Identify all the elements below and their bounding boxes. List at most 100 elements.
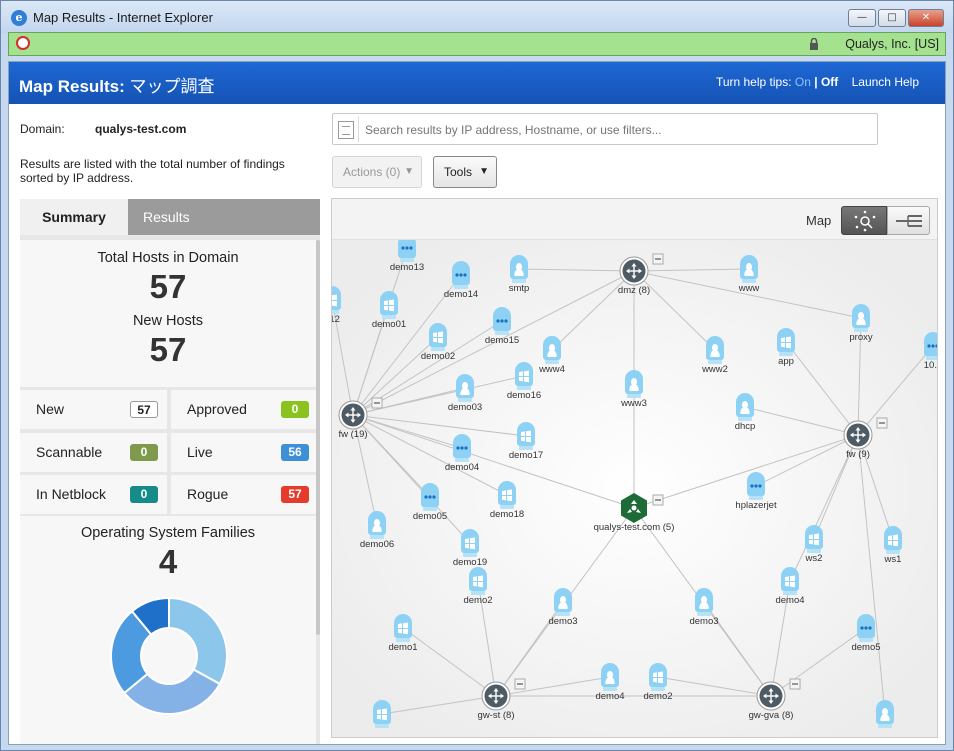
host-node[interactable]: ws2 <box>805 525 823 564</box>
collapse-icon <box>514 678 526 690</box>
os-families-card: Operating System Families 4 <box>20 516 316 744</box>
node-label: o12 <box>332 314 340 325</box>
new-hosts-label: New Hosts <box>132 313 204 329</box>
browser-window: e Map Results - Internet Explorer — □ ✕ … <box>0 0 954 751</box>
os-donut-chart[interactable] <box>109 596 229 716</box>
host-node[interactable]: proxy <box>849 304 873 343</box>
status-badge: 0 <box>130 444 158 461</box>
network-map-icon <box>854 210 876 232</box>
node-label: dhcp <box>735 421 756 432</box>
node-label: app <box>778 356 794 367</box>
node-label: fw (19) <box>338 429 367 440</box>
chevron-down-icon: ▼ <box>404 166 414 177</box>
tools-dropdown[interactable]: Tools ▼ <box>433 156 497 188</box>
node-label: demo1 <box>388 642 417 653</box>
node-label: demo05 <box>413 511 447 522</box>
stat-scannable[interactable]: Scannable 0 <box>20 433 167 472</box>
node-label: demo17 <box>509 450 543 461</box>
host-node[interactable]: dhcp <box>735 393 756 432</box>
node-label: demo3 <box>548 616 577 627</box>
node-label: demo4 <box>595 691 624 702</box>
node-label: demo16 <box>507 390 541 401</box>
router-icon <box>481 681 511 711</box>
node-label: demo01 <box>372 319 406 330</box>
host-node[interactable] <box>876 700 894 728</box>
help-off-link[interactable]: Off <box>821 75 838 89</box>
collapse-icon <box>652 494 664 506</box>
host-node[interactable]: 10.1 <box>924 332 937 371</box>
node-label: demo06 <box>360 539 394 550</box>
node-label: www3 <box>620 398 647 409</box>
map-view-button[interactable] <box>841 206 887 235</box>
tab-results[interactable]: Results <box>128 199 320 235</box>
node-label: www4 <box>538 364 565 375</box>
minimize-button[interactable]: — <box>848 9 876 27</box>
map-toolbar: Map <box>332 199 937 240</box>
close-button[interactable]: ✕ <box>908 9 944 27</box>
stat-new[interactable]: New 57 <box>20 390 167 429</box>
host-node[interactable] <box>373 700 391 728</box>
status-badge: 57 <box>130 401 158 418</box>
node-label: proxy <box>849 332 872 343</box>
help-on-link[interactable]: On <box>795 75 811 89</box>
stat-in-netblock[interactable]: In Netblock 0 <box>20 475 167 514</box>
node-label: demo4 <box>775 595 804 606</box>
total-hosts-label: Total Hosts in Domain <box>97 250 239 266</box>
node-label: dmz (8) <box>618 285 650 296</box>
node-label: gw-gva (8) <box>749 710 794 721</box>
node-label: demo2 <box>643 691 672 702</box>
node-label: qualys-test.com (5) <box>594 522 675 533</box>
node-label: demo19 <box>453 557 487 568</box>
router-icon <box>338 400 368 430</box>
node-label: fw (9) <box>846 449 870 460</box>
node-label: demo02 <box>421 351 455 362</box>
search-input[interactable] <box>365 120 865 140</box>
filter-list-icon[interactable] <box>338 121 354 139</box>
tree-view-button[interactable] <box>887 206 930 235</box>
maximize-button[interactable]: □ <box>878 9 906 27</box>
internet-explorer-icon: e <box>11 10 27 26</box>
node-label: www2 <box>701 364 728 375</box>
status-badge: 0 <box>130 486 158 503</box>
node-label: demo04 <box>445 462 479 473</box>
host-node[interactable]: www <box>738 255 760 294</box>
tab-summary[interactable]: Summary <box>20 199 128 235</box>
node-label: smtp <box>509 283 530 294</box>
node-label: demo03 <box>448 402 482 413</box>
node-label: demo13 <box>390 262 424 273</box>
stat-approved[interactable]: Approved 0 <box>171 390 318 429</box>
summary-scrollbar[interactable] <box>316 240 320 635</box>
launch-help-link[interactable]: Launch Help <box>852 75 919 89</box>
page-title: Map Results: マップ調査 <box>19 77 215 96</box>
host-node[interactable]: o12 <box>332 286 341 325</box>
help-controls: Turn help tips: On | Off Launch Help <box>715 75 919 89</box>
os-families-label: Operating System Families <box>80 525 256 541</box>
status-badge: 56 <box>281 444 309 461</box>
host-node[interactable]: smtp <box>509 255 530 294</box>
router-icon <box>843 420 873 450</box>
host-node[interactable]: app <box>777 328 795 367</box>
collapse-icon <box>371 397 383 409</box>
actions-dropdown[interactable]: Actions (0) ▼ <box>332 156 422 188</box>
node-label: demo3 <box>689 616 718 627</box>
site-identity[interactable]: Qualys, Inc. [US] <box>845 37 939 51</box>
host-node[interactable]: ws1 <box>884 526 902 565</box>
network-map[interactable]: demo13 demo14 smtp dmz (8) www o12 demo01 demo1… <box>332 240 937 738</box>
router-icon <box>619 256 649 286</box>
domain-value: qualys-test.com <box>95 122 187 136</box>
collapse-icon <box>876 417 888 429</box>
router-icon <box>756 681 786 711</box>
search-box <box>332 113 878 145</box>
page-header: Map Results: マップ調査 Turn help tips: On | … <box>9 62 945 104</box>
status-badge: 0 <box>281 401 309 418</box>
stat-rogue[interactable]: Rogue 57 <box>171 475 318 514</box>
hosts-totals-card: Total Hosts in Domain 57 New Hosts 57 <box>20 240 316 387</box>
device-icon <box>398 240 416 262</box>
stat-live[interactable]: Live 56 <box>171 433 318 472</box>
map-panel: Map demo13 demo14 smtp dmz (8) www 2 dem… <box>331 198 938 738</box>
window-title: Map Results - Internet Explorer <box>33 10 213 25</box>
map-view-label: Map <box>806 213 832 228</box>
tree-icon <box>896 215 922 227</box>
page-content: Map Results: マップ調査 Turn help tips: On | … <box>8 61 946 745</box>
title-bar: e Map Results - Internet Explorer — □ ✕ <box>1 1 953 33</box>
